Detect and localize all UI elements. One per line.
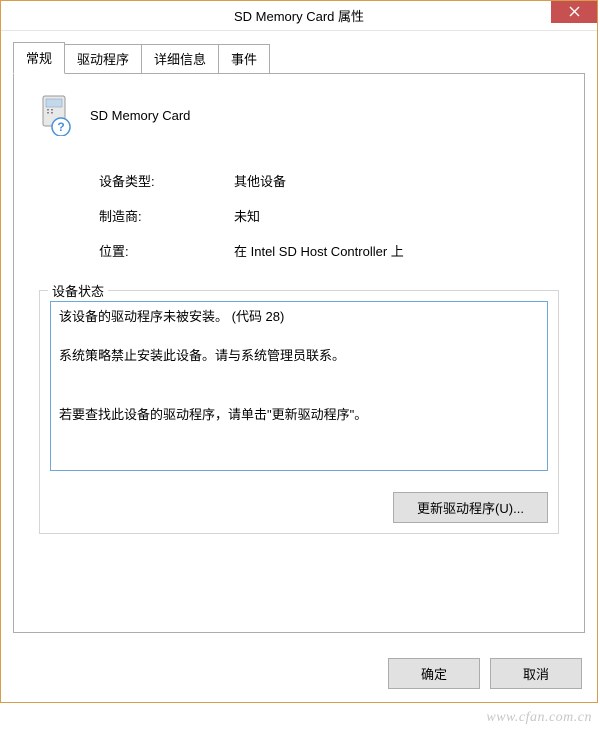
device-status-legend: 设备状态 [48,281,108,300]
watermark: www.cfan.com.cn [486,710,592,726]
tab-general[interactable]: 常规 [13,42,65,74]
device-name: SD Memory Card [90,108,190,123]
tab-events[interactable]: 事件 [218,44,270,74]
info-row-type: 设备类型: 其他设备 [99,171,559,190]
properties-window: SD Memory Card 属性 常规 驱动程序 详细信息 事件 [0,0,598,703]
location-label: 位置: [99,241,234,260]
device-status-text[interactable] [50,301,548,471]
close-button[interactable] [551,1,597,23]
device-status-fieldset: 设备状态 更新驱动程序(U)... [39,290,559,534]
tab-strip: 常规 驱动程序 详细信息 事件 [13,44,585,74]
type-value: 其他设备 [234,171,286,190]
tab-driver[interactable]: 驱动程序 [64,44,142,74]
titlebar: SD Memory Card 属性 [1,1,597,31]
window-title: SD Memory Card 属性 [1,6,597,25]
ok-button[interactable]: 确定 [388,658,480,689]
footer-buttons: 确定 取消 [388,658,582,689]
cancel-button[interactable]: 取消 [490,658,582,689]
svg-text:?: ? [57,120,64,134]
manufacturer-label: 制造商: [99,206,234,225]
tab-details[interactable]: 详细信息 [141,44,219,74]
manufacturer-value: 未知 [234,206,260,225]
info-row-location: 位置: 在 Intel SD Host Controller 上 [99,241,559,260]
content-area: 常规 驱动程序 详细信息 事件 ? [1,31,597,633]
update-button-row: 更新驱动程序(U)... [50,492,548,523]
update-driver-button[interactable]: 更新驱动程序(U)... [393,492,548,523]
device-header: ? SD Memory Card [39,94,559,136]
location-value: 在 Intel SD Host Controller 上 [234,241,404,260]
info-row-manufacturer: 制造商: 未知 [99,206,559,225]
info-rows: 设备类型: 其他设备 制造商: 未知 位置: 在 Intel SD Host C… [99,171,559,260]
close-icon [569,5,580,20]
type-label: 设备类型: [99,171,234,190]
device-icon: ? [39,94,75,136]
tab-panel-general: ? SD Memory Card 设备类型: 其他设备 制造商: 未知 位置: … [13,73,585,633]
